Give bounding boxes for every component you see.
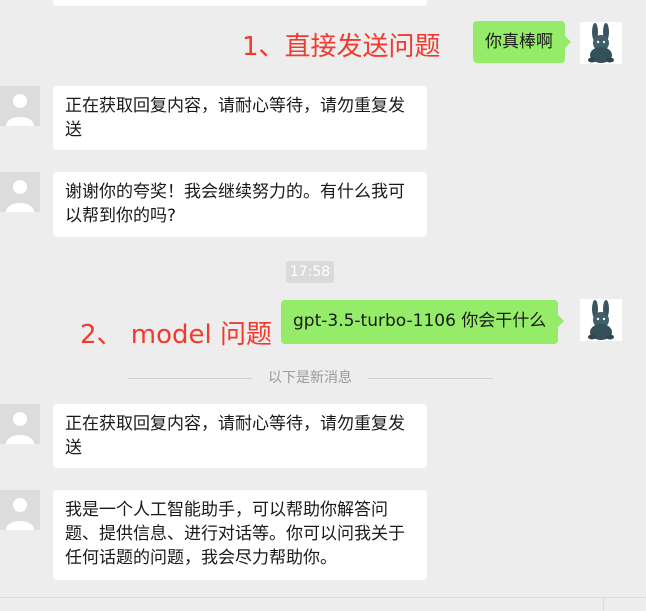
- default-person-avatar-icon: [6, 498, 34, 530]
- bot-message-bubble[interactable]: 正在获取回复内容，请耐心等待，请勿重复发送: [53, 404, 427, 468]
- input-area-border: [0, 597, 646, 598]
- user-avatar[interactable]: [580, 22, 622, 64]
- divider-line-left: [128, 378, 252, 379]
- divider-line-right: [368, 378, 493, 379]
- default-person-avatar-icon: [6, 180, 34, 212]
- annotation-direct-send: 1、直接发送问题: [242, 32, 441, 62]
- bot-avatar[interactable]: [0, 404, 40, 444]
- input-area-separator: [603, 598, 604, 611]
- new-messages-divider: 以下是新消息: [268, 370, 352, 386]
- bot-message-bubble[interactable]: 正在获取回复内容，请耐心等待，请勿重复发送: [53, 86, 427, 150]
- bot-message-bubble[interactable]: 谢谢你的夸奖！我会继续努力的。有什么我可以帮到你的吗?: [53, 172, 427, 237]
- bot-avatar[interactable]: [0, 490, 40, 530]
- user-message-bubble[interactable]: 你真棒啊: [473, 21, 571, 63]
- annotation-model-question: 2、 model 问题: [80, 320, 273, 350]
- timestamp-chip: 17:58: [286, 261, 334, 283]
- bot-message-bubble[interactable]: 我是一个人工智能助手，可以帮助你解答问题、提供信息、进行对话等。你可以问我关于任…: [53, 490, 427, 580]
- bot-avatar[interactable]: [0, 86, 40, 126]
- user-message-bubble[interactable]: gpt-3.5-turbo-1106 你会干什么: [281, 300, 565, 344]
- default-person-avatar-icon: [6, 94, 34, 126]
- rabbit-plush-avatar-icon: [588, 300, 614, 340]
- bot-avatar[interactable]: [0, 172, 40, 212]
- user-avatar[interactable]: [580, 299, 622, 341]
- rabbit-plush-avatar-icon: [588, 23, 614, 63]
- default-person-avatar-icon: [6, 412, 34, 444]
- previous-message-bubble: [53, 0, 427, 6]
